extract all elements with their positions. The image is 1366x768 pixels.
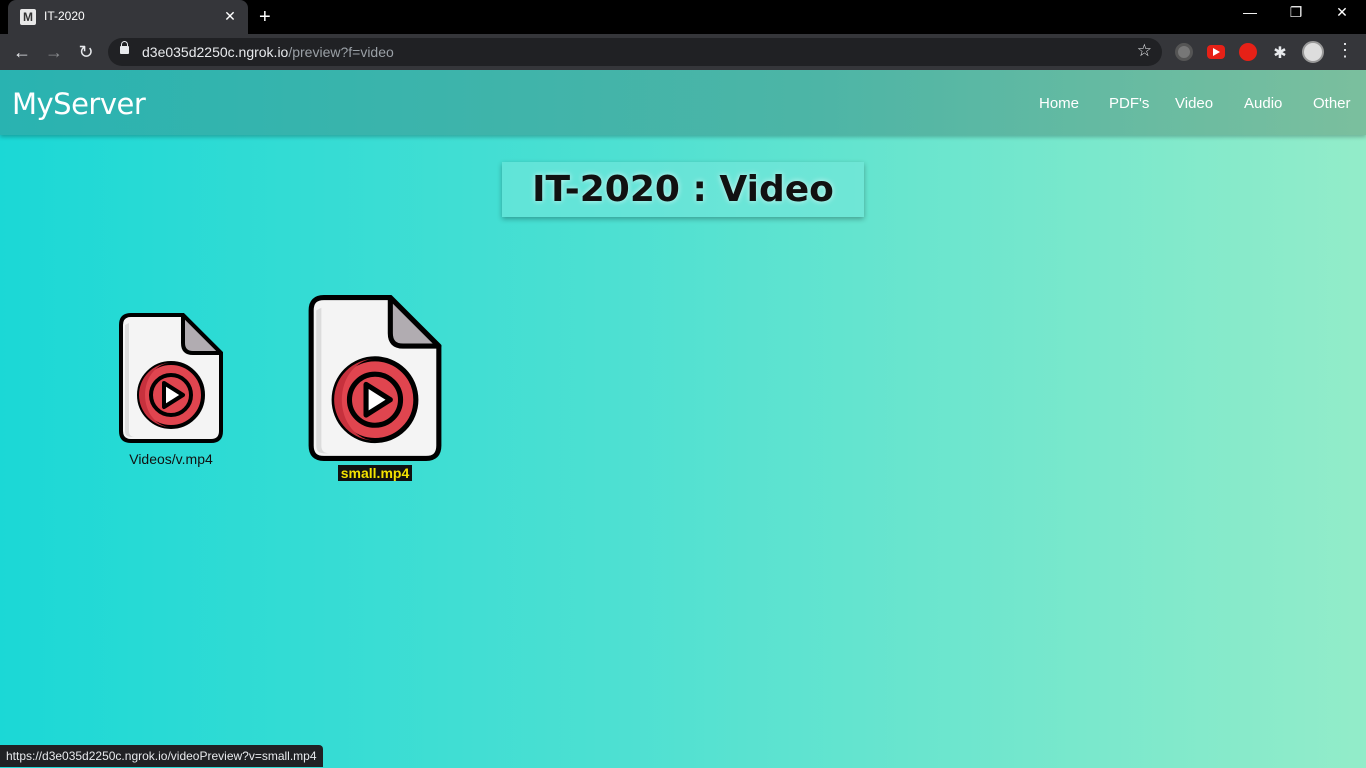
new-tab-plus-icon[interactable]: +: [259, 5, 271, 29]
extensions-puzzle-icon[interactable]: ✱: [1271, 43, 1289, 62]
video-file-icon: [308, 295, 442, 461]
url-path: /preview?f=video: [288, 44, 394, 60]
profile-avatar[interactable]: [1302, 41, 1324, 63]
minimize-icon[interactable]: —: [1228, 4, 1272, 20]
file-item[interactable]: Videos/v.mp4: [110, 313, 232, 467]
restore-icon[interactable]: ❐: [1274, 4, 1318, 21]
video-file-icon: [119, 313, 223, 443]
window-close-icon[interactable]: ✕: [1320, 4, 1364, 21]
nav-pdfs[interactable]: PDF's: [1109, 95, 1149, 112]
lock-icon[interactable]: [120, 41, 129, 54]
tab-title: IT-2020: [44, 9, 85, 23]
extension-hand-icon[interactable]: [1239, 43, 1257, 61]
address-bar[interactable]: d3e035d2250c.ngrok.io/preview?f=video ☆: [108, 38, 1162, 66]
tab-favicon-icon: M: [20, 9, 36, 25]
forward-arrow-icon[interactable]: →: [42, 40, 66, 64]
nav-other[interactable]: Other: [1313, 95, 1351, 112]
site-brand[interactable]: MyServer: [12, 87, 146, 121]
file-item[interactable]: small.mp4: [305, 295, 445, 483]
page-content: MyServer Home PDF's Video Audio Other IT…: [0, 70, 1366, 768]
browser-tab[interactable]: M IT-2020 ✕: [8, 0, 248, 34]
nav-home[interactable]: Home: [1039, 95, 1079, 112]
nav-video[interactable]: Video: [1175, 95, 1213, 112]
url-host: d3e035d2250c.ngrok.io: [142, 44, 289, 60]
status-bar-url: https://d3e035d2250c.ngrok.io/videoPrevi…: [0, 745, 323, 767]
tab-close-icon[interactable]: ✕: [222, 8, 238, 24]
reload-icon[interactable]: ↻: [74, 40, 98, 64]
tab-strip: M IT-2020 ✕ + — ❐ ✕: [0, 0, 1366, 34]
browser-toolbar: ← → ↻ d3e035d2250c.ngrok.io/preview?f=vi…: [0, 34, 1366, 70]
nav-audio[interactable]: Audio: [1244, 95, 1282, 112]
extension-circle-icon[interactable]: [1175, 43, 1193, 61]
url-text[interactable]: d3e035d2250c.ngrok.io/preview?f=video: [142, 44, 394, 60]
file-name[interactable]: Videos/v.mp4: [110, 451, 232, 467]
extension-youtube-icon[interactable]: [1207, 45, 1225, 59]
browser-menu-icon[interactable]: ⋮: [1336, 40, 1354, 61]
page-title: IT-2020 : Video: [532, 169, 834, 210]
file-name-selected[interactable]: small.mp4: [337, 465, 413, 481]
site-navbar: MyServer Home PDF's Video Audio Other: [0, 70, 1366, 135]
page-title-box: IT-2020 : Video: [502, 162, 864, 217]
back-arrow-icon[interactable]: ←: [10, 40, 34, 64]
bookmark-star-icon[interactable]: ☆: [1137, 41, 1152, 61]
